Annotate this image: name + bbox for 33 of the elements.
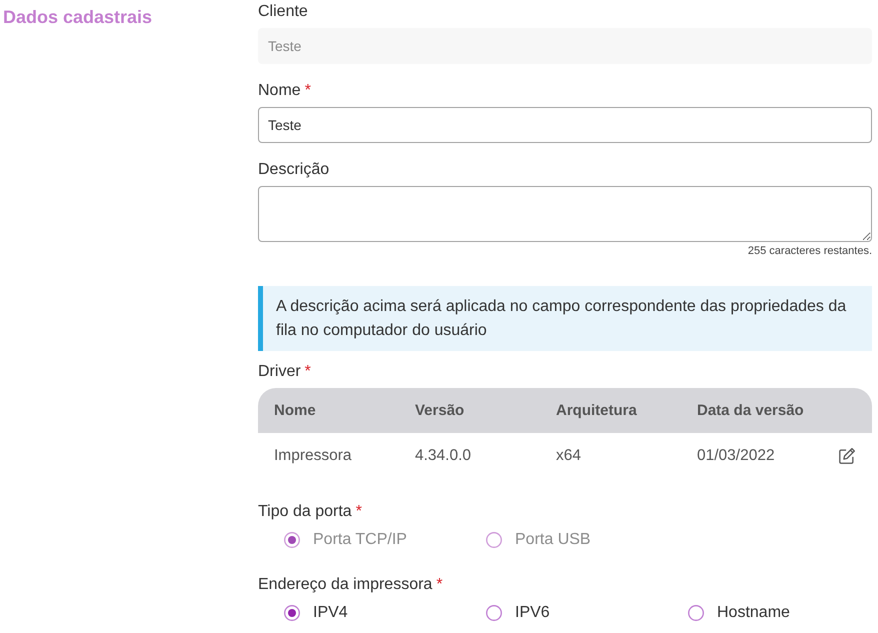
table-cell-text: Impressora [273, 447, 353, 465]
required-mark: * [436, 575, 443, 595]
required-mark: * [304, 362, 311, 382]
info-note: A descrição acima será aplicada no campo correspondente das propriedades da fila no computador do usuário [258, 286, 872, 351]
radio-label: IPV4 [313, 604, 348, 622]
section-title: Dados cadastrais [3, 6, 152, 29]
description-field[interactable] [258, 186, 872, 242]
radio-button[interactable] [284, 605, 300, 621]
field-label: Nome [258, 81, 301, 101]
required-mark: * [304, 81, 311, 101]
field-label: Cliente [258, 2, 308, 22]
column-header: Nome [273, 402, 317, 419]
radio-button[interactable] [486, 605, 502, 621]
edit-button[interactable] [836, 445, 858, 467]
pencil-square-icon [838, 447, 856, 465]
required-mark: * [356, 502, 362, 522]
radio-label: Hostname [717, 604, 790, 622]
field-label: Descrição [258, 160, 330, 180]
radio-label: IPV6 [515, 604, 550, 622]
radio-label: Porta USB [515, 531, 591, 549]
column-header: Versão [414, 402, 466, 419]
radio-label: Porta TCP/IP [313, 531, 407, 549]
input-field[interactable]: Teste [258, 107, 872, 143]
character-counter: 255 caracteres restantes. [748, 245, 872, 257]
field-label: Driver [258, 362, 301, 382]
field-label: Endereço da impressora [258, 575, 432, 595]
column-header: Arquitetura [555, 402, 638, 419]
table-cell-text: 4.34.0.0 [414, 447, 472, 465]
radio-button[interactable] [688, 605, 704, 621]
field-label: Tipo da porta [258, 502, 352, 522]
table-cell-text: 01/03/2022 [696, 447, 776, 465]
table-cell-text: x64 [555, 447, 582, 465]
column-header: Data da versão [696, 402, 805, 419]
